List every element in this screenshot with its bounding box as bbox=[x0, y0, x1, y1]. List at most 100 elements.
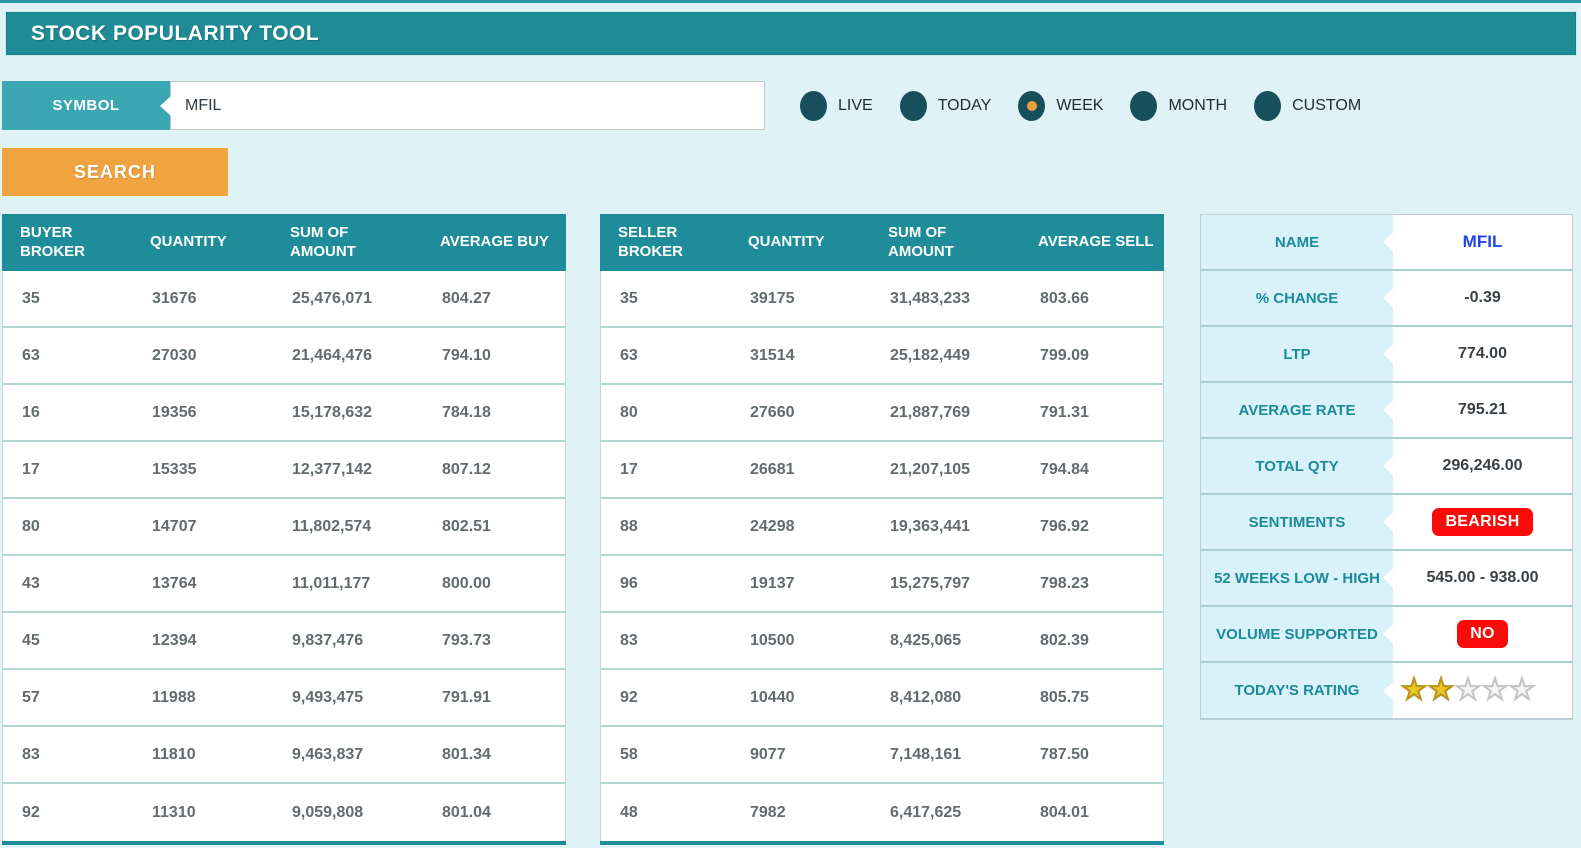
seller-table-row: 96 19137 15,275,797 798.23 bbox=[601, 556, 1163, 613]
summary-value: BEARISH bbox=[1393, 495, 1572, 549]
summary-row: TOTAL QTY 296,246.00 bbox=[1201, 439, 1572, 495]
summary-value: 774.00 bbox=[1393, 327, 1572, 381]
filter-label: WEEK bbox=[1056, 96, 1104, 114]
buyer-table-row: 92 11310 9,059,808 801.04 bbox=[3, 784, 565, 841]
cell-col4: 798.23 bbox=[1040, 574, 1089, 592]
radio-icon[interactable] bbox=[800, 90, 827, 121]
cell-col4: 799.09 bbox=[1040, 346, 1089, 364]
cell-col2: 19356 bbox=[152, 403, 197, 421]
cell-col1: 88 bbox=[620, 517, 638, 535]
seller-table-row: 48 7982 6,417,625 804.01 bbox=[601, 784, 1163, 841]
summary-row: SENTIMENTS BEARISH bbox=[1201, 495, 1572, 551]
cell-col1: 92 bbox=[620, 688, 638, 706]
seller-broker-table: SELLER BROKER QUANTITY SUM OF AMOUNT AVE… bbox=[600, 214, 1164, 845]
summary-value-link[interactable]: MFIL bbox=[1463, 232, 1503, 252]
buyer-table-rows: 35 31676 25,476,071 804.27 63 27030 21,464,476… bbox=[2, 271, 566, 841]
buyer-table-row: 43 13764 11,011,177 800.00 bbox=[3, 556, 565, 613]
filter-today[interactable]: TODAY bbox=[899, 90, 992, 121]
app-header: STOCK POPULARITY TOOL bbox=[6, 12, 1576, 55]
seller-table-row: 58 9077 7,148,161 787.50 bbox=[601, 727, 1163, 784]
seller-table-row: 63 31514 25,182,449 799.09 bbox=[601, 328, 1163, 385]
radio-icon[interactable] bbox=[1254, 90, 1282, 121]
cell-col4: 794.84 bbox=[1040, 460, 1089, 478]
star-empty-icon: ★ bbox=[1455, 674, 1482, 706]
summary-row: NAME MFIL bbox=[1201, 215, 1572, 271]
filter-label: LIVE bbox=[838, 96, 873, 114]
summary-label: NAME bbox=[1201, 215, 1393, 269]
cell-col4: 794.10 bbox=[442, 346, 491, 364]
seller-table-rows: 35 39175 31,483,233 803.66 63 31514 25,182,449… bbox=[600, 271, 1164, 841]
filter-custom[interactable]: CUSTOM bbox=[1254, 90, 1362, 121]
cell-col1: 17 bbox=[620, 460, 638, 478]
search-button[interactable]: SEARCH bbox=[2, 148, 228, 196]
cell-col4: 787.50 bbox=[1040, 745, 1089, 763]
summary-value-text: 774.00 bbox=[1458, 345, 1507, 362]
cell-col3: 8,412,080 bbox=[890, 688, 962, 706]
cell-col1: 80 bbox=[620, 403, 638, 421]
summary-label: VOLUME SUPPORTED bbox=[1201, 607, 1393, 661]
cell-col3: 25,182,449 bbox=[890, 346, 971, 364]
cell-col4: 801.04 bbox=[442, 803, 491, 821]
col-header-seller-broker: SELLER BROKER bbox=[618, 223, 684, 260]
radio-dot bbox=[809, 101, 819, 111]
stock-summary-panel: NAME MFIL % CHANGE -0.39 LTP 774.00 AVERAGE RA… bbox=[1200, 214, 1573, 720]
summary-label: % CHANGE bbox=[1201, 271, 1393, 325]
buyer-table-header: BUYER BROKER QUANTITY SUM OF AMOUNT AVER… bbox=[2, 214, 566, 271]
summary-value: -0.39 bbox=[1393, 271, 1572, 325]
cell-col4: 796.92 bbox=[1040, 517, 1089, 535]
radio-icon[interactable] bbox=[1130, 90, 1158, 121]
buyer-table-row: 16 19356 15,178,632 784.18 bbox=[3, 385, 565, 442]
cell-col2: 12394 bbox=[152, 631, 197, 649]
col-header-sum-of-amount: SUM OF AMOUNT bbox=[888, 223, 954, 260]
cell-col3: 8,425,065 bbox=[890, 631, 962, 649]
summary-value-text: 545.00 - 938.00 bbox=[1426, 569, 1539, 586]
cell-col1: 63 bbox=[620, 346, 638, 364]
cell-col4: 804.27 bbox=[442, 289, 491, 307]
cell-col4: 793.73 bbox=[442, 631, 491, 649]
radio-icon[interactable] bbox=[899, 90, 927, 121]
cell-col4: 800.00 bbox=[442, 574, 491, 592]
radio-dot bbox=[1139, 101, 1149, 111]
cell-col2: 19137 bbox=[750, 574, 795, 592]
filter-month[interactable]: MONTH bbox=[1130, 90, 1227, 121]
cell-col2: 7982 bbox=[750, 803, 786, 821]
summary-row: VOLUME SUPPORTED NO bbox=[1201, 607, 1572, 663]
cell-col1: 35 bbox=[620, 289, 638, 307]
filter-week[interactable]: WEEK bbox=[1018, 90, 1104, 121]
summary-row: 52 WEEKS LOW - HIGH 545.00 - 938.00 bbox=[1201, 551, 1572, 607]
cell-col2: 9077 bbox=[750, 745, 786, 763]
summary-label: AVERAGE RATE bbox=[1201, 383, 1393, 437]
summary-row: % CHANGE -0.39 bbox=[1201, 271, 1572, 327]
cell-col2: 11310 bbox=[152, 803, 196, 821]
summary-value: ★ ★ ★ ★ ★ bbox=[1393, 663, 1572, 718]
rating-stars: ★ ★ ★ ★ ★ bbox=[1401, 674, 1536, 706]
cell-col2: 15335 bbox=[152, 460, 197, 478]
status-badge: NO bbox=[1457, 620, 1508, 648]
filter-live[interactable]: LIVE bbox=[800, 90, 873, 121]
cell-col1: 96 bbox=[620, 574, 638, 592]
cell-col4: 803.66 bbox=[1040, 289, 1089, 307]
seller-table-row: 35 39175 31,483,233 803.66 bbox=[601, 271, 1163, 328]
cell-col3: 11,011,177 bbox=[292, 574, 371, 592]
symbol-label: SYMBOL bbox=[2, 81, 170, 130]
radio-icon[interactable] bbox=[1018, 90, 1046, 121]
col-header-average-sell: AVERAGE SELL bbox=[1038, 233, 1154, 251]
cell-col3: 19,363,441 bbox=[890, 517, 971, 535]
buyer-broker-table: BUYER BROKER QUANTITY SUM OF AMOUNT AVER… bbox=[2, 214, 566, 845]
filter-label: CUSTOM bbox=[1292, 96, 1362, 114]
symbol-input[interactable] bbox=[170, 81, 765, 130]
cell-col2: 13764 bbox=[152, 574, 197, 592]
cell-col1: 48 bbox=[620, 803, 638, 821]
cell-col3: 21,464,476 bbox=[292, 346, 373, 364]
filter-label: TODAY bbox=[937, 96, 992, 114]
star-filled-icon: ★ bbox=[1401, 674, 1428, 706]
buyer-table-row: 63 27030 21,464,476 794.10 bbox=[3, 328, 565, 385]
radio-dot bbox=[908, 101, 918, 111]
cell-col4: 784.18 bbox=[442, 403, 491, 421]
summary-label: TOTAL QTY bbox=[1201, 439, 1393, 493]
page-title: STOCK POPULARITY TOOL bbox=[31, 21, 320, 45]
cell-col1: 80 bbox=[22, 517, 40, 535]
col-header-sum-of-amount: SUM OF AMOUNT bbox=[290, 223, 356, 260]
buyer-table-row: 83 11810 9,463,837 801.34 bbox=[3, 727, 565, 784]
col-header-quantity: QUANTITY bbox=[150, 233, 227, 251]
